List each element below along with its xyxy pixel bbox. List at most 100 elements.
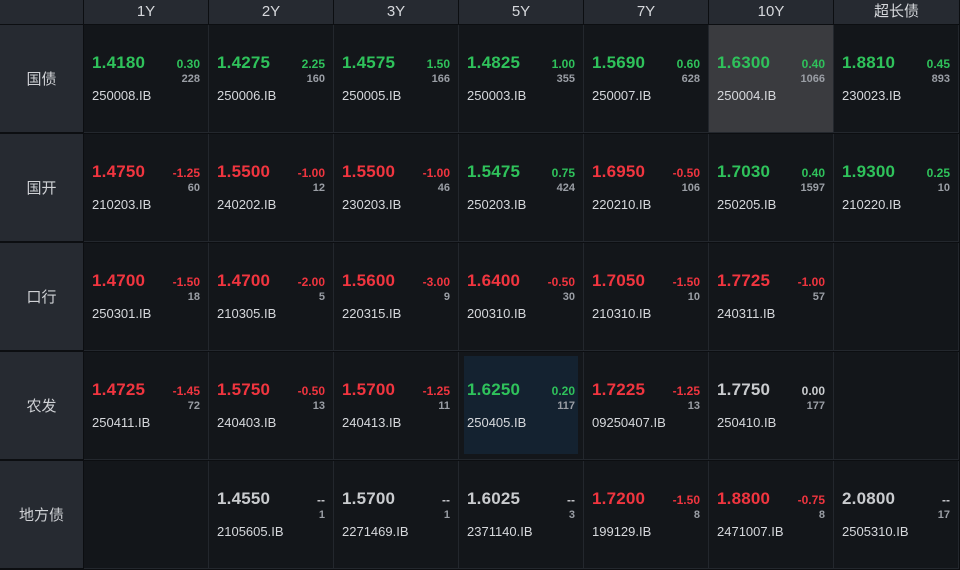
yield-price: 1.4725	[92, 380, 146, 399]
yield-price: 1.4825	[467, 53, 521, 72]
col-header-1y[interactable]: 1Y	[84, 0, 209, 24]
quote-cell[interactable]: 1.4700 -2.00 5 210305.IB	[209, 243, 334, 351]
col-header-7y[interactable]: 7Y	[584, 0, 709, 24]
yield-quote-grid: 1Y 2Y 3Y 5Y 7Y 10Y 超长债 国债 1.4180 0.30 228 25…	[0, 0, 960, 570]
trade-volume: 160	[306, 73, 325, 85]
trade-volume: 10	[687, 291, 700, 303]
bond-code: 2271469.IB	[342, 524, 409, 539]
yield-change: -0.50	[297, 384, 325, 398]
yield-change: -1.50	[672, 493, 700, 507]
yield-price: 1.4700	[92, 271, 146, 290]
quote-cell[interactable]: 1.6300 0.40 1066 250004.IB	[709, 25, 834, 133]
yield-change: -1.50	[672, 275, 700, 289]
quote-cell[interactable]: 1.5475 0.75 424 250203.IB	[459, 134, 584, 242]
bond-code: 250205.IB	[717, 197, 777, 212]
quote-cell[interactable]: 1.5600 -3.00 9 220315.IB	[334, 243, 459, 351]
yield-price: 1.6400	[467, 271, 521, 290]
bond-code: 240403.IB	[217, 415, 277, 430]
trade-volume: 8	[818, 509, 825, 521]
bond-code: 199129.IB	[592, 524, 652, 539]
quote-cell[interactable]: 1.4750 -1.25 60 210203.IB	[84, 134, 209, 242]
trade-volume: 8	[693, 509, 700, 521]
row-header-issuer[interactable]: 国开	[0, 134, 84, 242]
quote-cell[interactable]: 1.6025 -- 3 2371140.IB	[459, 461, 584, 569]
quote-cell[interactable]: 1.4275 2.25 160 250006.IB	[209, 25, 334, 133]
quote-cell[interactable]: 1.7030 0.40 1597 250205.IB	[709, 134, 834, 242]
yield-price: 1.4700	[217, 271, 271, 290]
quote-cell[interactable]: 1.7200 -1.50 8 199129.IB	[584, 461, 709, 569]
yield-change: 0.20	[551, 384, 575, 398]
yield-price: 1.6950	[592, 162, 646, 181]
bond-code: 250004.IB	[717, 88, 777, 103]
bond-row: 国开 1.4750 -1.25 60 210203.IB 1.5500 -1.00 12 240…	[0, 134, 960, 242]
yield-price: 1.6025	[467, 489, 521, 508]
quote-cell[interactable]: 1.8800 -0.75 8 2471007.IB	[709, 461, 834, 569]
yield-change: -1.00	[297, 166, 325, 180]
trade-volume: 1	[443, 509, 450, 521]
quote-cell[interactable]: 1.8810 0.45 893 230023.IB	[834, 25, 959, 133]
yield-change: 1.50	[426, 57, 450, 71]
quote-cell[interactable]: 1.5500 -1.00 12 240202.IB	[209, 134, 334, 242]
quote-cell[interactable]: 1.5500 -1.00 46 230203.IB	[334, 134, 459, 242]
bond-row: 地方债 1.4550 -- 1 2105605.IB 1.5700 -- 1 2271469.I…	[0, 461, 960, 569]
bond-code: 250411.IB	[92, 415, 151, 430]
bond-code: 250006.IB	[217, 88, 277, 103]
quote-cell[interactable]: 1.4825 1.00 355 250003.IB	[459, 25, 584, 133]
bond-code: 250405.IB	[467, 415, 527, 430]
col-header-3y[interactable]: 3Y	[334, 0, 459, 24]
quote-cell[interactable]: 1.7750 0.00 177 250410.IB	[709, 352, 834, 460]
trade-volume: 13	[687, 400, 700, 412]
col-header-10y[interactable]: 10Y	[709, 0, 834, 24]
row-header-issuer[interactable]: 地方债	[0, 461, 84, 569]
trade-volume: 5	[318, 291, 325, 303]
quote-cell[interactable]: 1.9300 0.25 10 210220.IB	[834, 134, 959, 242]
yield-price: 1.4550	[217, 489, 271, 508]
yield-price: 1.9300	[842, 162, 896, 181]
trade-volume: 1	[318, 509, 325, 521]
yield-change: -1.25	[172, 166, 200, 180]
quote-cell[interactable]: 1.5700 -1.25 11 240413.IB	[334, 352, 459, 460]
yield-price: 1.4750	[92, 162, 146, 181]
yield-price: 1.4275	[217, 53, 271, 72]
yield-price: 1.5750	[217, 380, 271, 399]
trade-volume: 228	[181, 73, 200, 85]
quote-cell[interactable]: 1.4550 -- 1 2105605.IB	[209, 461, 334, 569]
row-header-issuer[interactable]: 口行	[0, 243, 84, 351]
quote-cell[interactable]: 1.6950 -0.50 106 220210.IB	[584, 134, 709, 242]
trade-volume: 46	[437, 182, 450, 194]
quote-cell[interactable]: 1.7225 -1.25 13 09250407.IB	[584, 352, 709, 460]
quote-cell[interactable]: 1.6250 0.20 117 250405.IB	[459, 352, 584, 460]
col-header-ultra-long[interactable]: 超长债	[834, 0, 959, 24]
col-header-2y[interactable]: 2Y	[209, 0, 334, 24]
trade-volume: 17	[937, 509, 950, 521]
bond-code: 220210.IB	[592, 197, 652, 212]
trade-volume: 177	[806, 400, 825, 412]
trade-volume: 11	[438, 400, 450, 412]
yield-price: 1.5690	[592, 53, 646, 72]
quote-cell[interactable]: 1.5700 -- 1 2271469.IB	[334, 461, 459, 569]
trade-volume: 10	[937, 182, 950, 194]
bond-code: 250003.IB	[467, 88, 527, 103]
quote-cell[interactable]: 1.7050 -1.50 10 210310.IB	[584, 243, 709, 351]
quote-cell[interactable]: 1.4575 1.50 166 250005.IB	[334, 25, 459, 133]
bond-code: 250410.IB	[717, 415, 777, 430]
yield-change: 0.45	[926, 57, 950, 71]
quote-cell[interactable]: 1.4180 0.30 228 250008.IB	[84, 25, 209, 133]
quote-cell[interactable]: 1.6400 -0.50 30 200310.IB	[459, 243, 584, 351]
quote-cell	[834, 352, 959, 460]
yield-change: --	[317, 493, 325, 507]
quote-cell[interactable]: 1.7725 -1.00 57 240311.IB	[709, 243, 834, 351]
quote-cell[interactable]: 1.5750 -0.50 13 240403.IB	[209, 352, 334, 460]
quote-cell[interactable]: 1.4700 -1.50 18 250301.IB	[84, 243, 209, 351]
yield-change: -1.00	[422, 166, 450, 180]
quote-cell[interactable]: 1.5690 0.60 628 250007.IB	[584, 25, 709, 133]
trade-volume: 12	[312, 182, 325, 194]
header-corner	[0, 0, 84, 24]
row-header-issuer[interactable]: 国债	[0, 25, 84, 133]
bond-code: 250008.IB	[92, 88, 152, 103]
col-header-5y[interactable]: 5Y	[459, 0, 584, 24]
quote-cell[interactable]: 2.0800 -- 17 2505310.IB	[834, 461, 959, 569]
trade-volume: 30	[562, 291, 575, 303]
row-header-issuer[interactable]: 农发	[0, 352, 84, 460]
quote-cell[interactable]: 1.4725 -1.45 72 250411.IB	[84, 352, 209, 460]
